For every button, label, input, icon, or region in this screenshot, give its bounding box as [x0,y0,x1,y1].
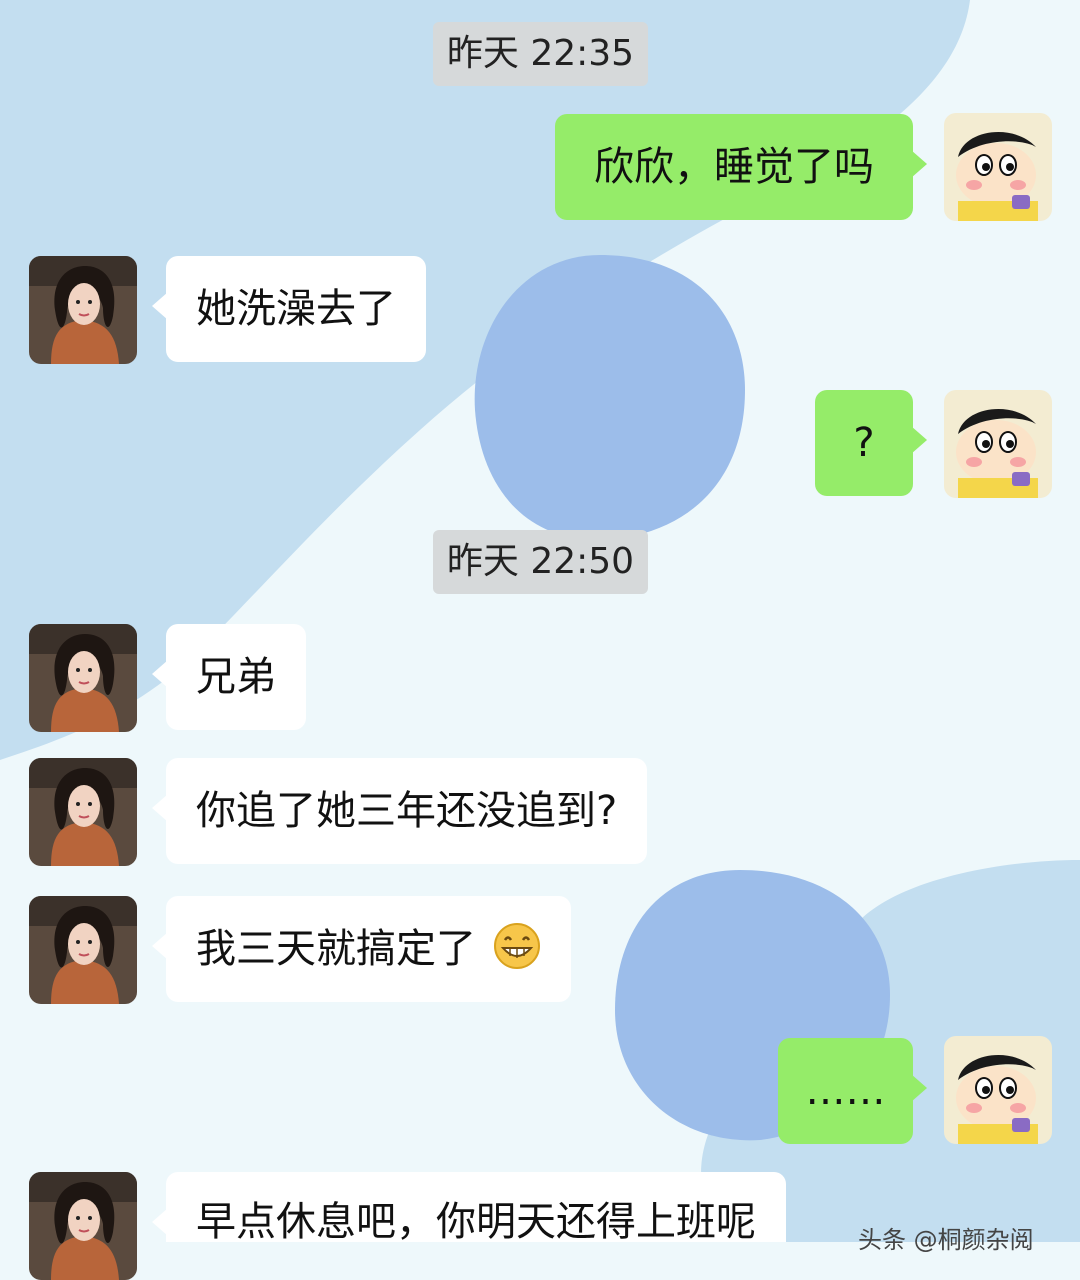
message-text: 我三天就搞定了 [196,926,476,972]
girl-portrait-avatar[interactable] [29,896,137,1004]
chat-background [0,0,1080,1242]
message-text: 她洗澡去了 [196,286,396,332]
girl-portrait-avatar[interactable] [29,758,137,866]
grin-emoji-icon [493,923,540,969]
message-bubble-incoming[interactable]: 她洗澡去了 [152,256,426,362]
message-bubble-incoming[interactable]: 早点休息吧，你明天还得上班呢 [152,1172,786,1245]
message-bubble-incoming[interactable]: 我三天就搞定了 [152,896,571,1002]
message-text: 欣欣，睡觉了吗 [594,144,874,190]
message-text: …… [805,1068,886,1114]
timestamp: 昨天 22:35 [433,22,648,86]
timestamp: 昨天 22:50 [433,530,648,594]
message-text: 早点休息吧，你明天还得上班呢 [196,1199,756,1245]
message-bubble-outgoing[interactable]: 欣欣，睡觉了吗 [555,114,927,220]
message-bubble-outgoing[interactable]: …… [778,1038,927,1144]
crayon-shinchan-avatar[interactable] [944,113,1052,221]
girl-portrait-avatar[interactable] [29,1172,137,1280]
message-text: 兄弟 [196,654,276,700]
message-text: ? [853,420,875,466]
watermark: 头条 @桐颜杂阅 [858,1226,1034,1254]
girl-portrait-avatar[interactable] [29,624,137,732]
message-text: 你追了她三年还没追到? [196,788,618,834]
message-bubble-incoming[interactable]: 你追了她三年还没追到? [151,758,648,864]
message-bubble-outgoing[interactable]: ? [815,390,927,496]
crayon-shinchan-avatar[interactable] [944,1036,1052,1144]
girl-portrait-avatar[interactable] [29,256,137,364]
crayon-shinchan-avatar[interactable] [944,390,1052,498]
message-bubble-incoming[interactable]: 兄弟 [152,624,306,730]
